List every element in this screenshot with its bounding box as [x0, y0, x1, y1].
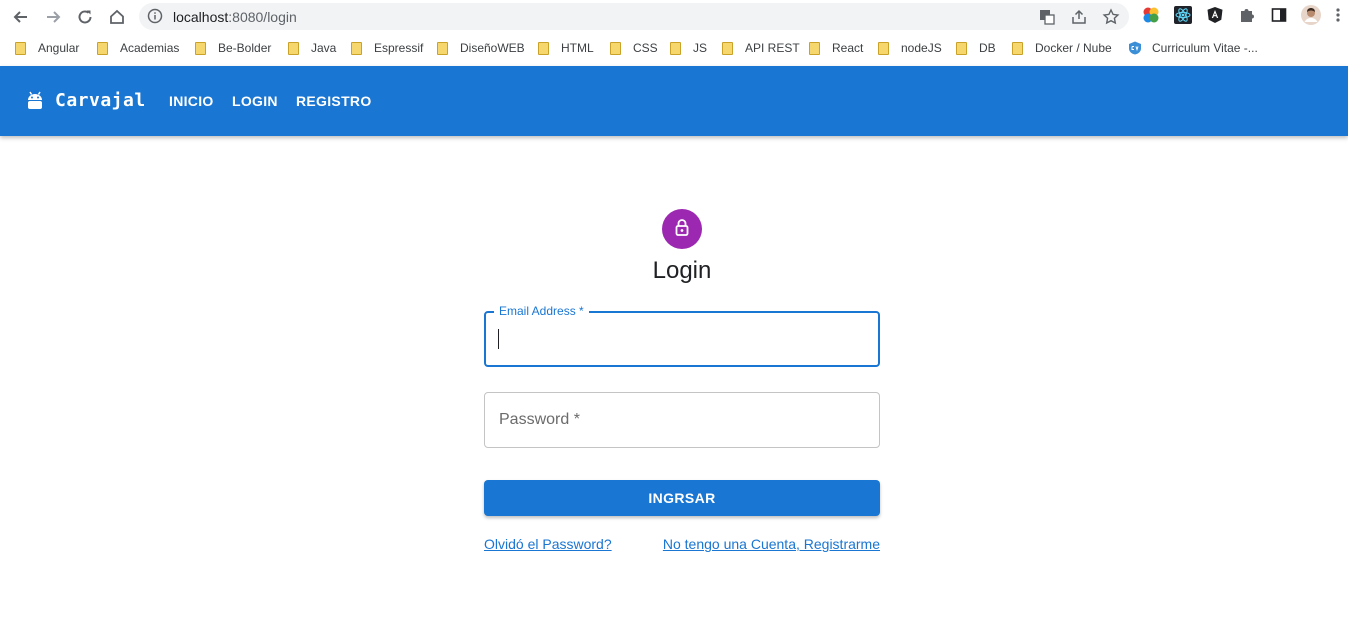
url-text: localhost:8080/login [173, 9, 297, 25]
address-bar[interactable]: localhost:8080/login [139, 3, 1129, 30]
folder-icon [195, 41, 206, 55]
login-title: Login [652, 257, 712, 284]
lock-avatar [662, 209, 702, 249]
bookmark-star-icon[interactable] [1102, 8, 1120, 26]
bookmark-css[interactable]: CSS [610, 40, 658, 56]
folder-icon [610, 41, 621, 55]
nav-login[interactable]: LOGIN [232, 93, 278, 109]
site-info-icon[interactable] [147, 8, 163, 24]
folder-icon [1012, 41, 1023, 55]
app-bar: Carvajal INICIO LOGIN REGISTRO [0, 66, 1348, 136]
cv-icon [1128, 41, 1142, 55]
bookmark-disenoweb[interactable]: DiseñoWEB [437, 40, 525, 56]
bookmark-db[interactable]: DB [956, 40, 996, 56]
password-placeholder: Password * [499, 411, 580, 428]
android-icon [26, 90, 44, 110]
home-icon[interactable] [105, 5, 129, 29]
bookmark-be-bolder[interactable]: Be-Bolder [195, 40, 271, 56]
bookmark-js[interactable]: JS [670, 40, 707, 56]
translate-icon[interactable] [1038, 8, 1056, 26]
password-field[interactable]: Password * [484, 392, 880, 448]
email-label: Email Address * [494, 304, 589, 318]
side-panel-icon[interactable] [1270, 6, 1288, 24]
reload-icon[interactable] [73, 5, 97, 29]
nav-inicio[interactable]: INICIO [169, 93, 214, 109]
color-picker-extension-icon[interactable] [1142, 6, 1160, 24]
bookmark-angular[interactable]: Angular [15, 40, 79, 56]
share-icon[interactable] [1070, 8, 1088, 26]
folder-icon [878, 41, 889, 55]
folder-icon [809, 41, 820, 55]
bookmark-react[interactable]: React [809, 40, 863, 56]
angular-devtools-icon[interactable] [1206, 6, 1224, 24]
bookmark-api-rest[interactable]: API REST [722, 40, 800, 56]
folder-icon [670, 41, 681, 55]
folder-icon [288, 41, 299, 55]
login-submit-button[interactable]: INGRSAR [484, 480, 880, 516]
forgot-password-link[interactable]: Olvidó el Password? [484, 536, 612, 552]
bookmark-curriculum-vitae[interactable]: Curriculum Vitae -... [1128, 40, 1258, 56]
folder-icon [351, 41, 362, 55]
bookmark-html[interactable]: HTML [538, 40, 594, 56]
lock-icon [672, 217, 692, 242]
back-arrow-icon[interactable] [9, 5, 33, 29]
bookmark-nodejs[interactable]: nodeJS [878, 40, 942, 56]
folder-icon [538, 41, 549, 55]
bookmark-java[interactable]: Java [288, 40, 336, 56]
folder-icon [97, 41, 108, 55]
extensions-puzzle-icon[interactable] [1238, 6, 1256, 24]
bookmark-espressif[interactable]: Espressif [351, 40, 423, 56]
folder-icon [15, 41, 26, 55]
bookmark-academias[interactable]: Academias [97, 40, 179, 56]
nav-registro[interactable]: REGISTRO [296, 93, 372, 109]
react-devtools-icon[interactable] [1174, 6, 1192, 24]
bookmark-docker-nube[interactable]: Docker / Nube [1012, 40, 1112, 56]
folder-icon [437, 41, 448, 55]
register-link[interactable]: No tengo una Cuenta, Registrarme [663, 536, 880, 552]
forward-arrow-icon[interactable] [41, 5, 65, 29]
brand-name[interactable]: Carvajal [55, 90, 146, 111]
chrome-menu-icon[interactable] [1333, 6, 1343, 24]
profile-avatar-icon[interactable] [1301, 5, 1321, 25]
folder-icon [956, 41, 967, 55]
folder-icon [722, 41, 733, 55]
browser-toolbar: localhost:8080/login [0, 0, 1348, 33]
text-cursor [498, 329, 499, 349]
bookmarks-bar: Angular Academias Be-Bolder Java Espress… [0, 33, 1348, 63]
email-field[interactable]: Email Address * [484, 304, 880, 367]
